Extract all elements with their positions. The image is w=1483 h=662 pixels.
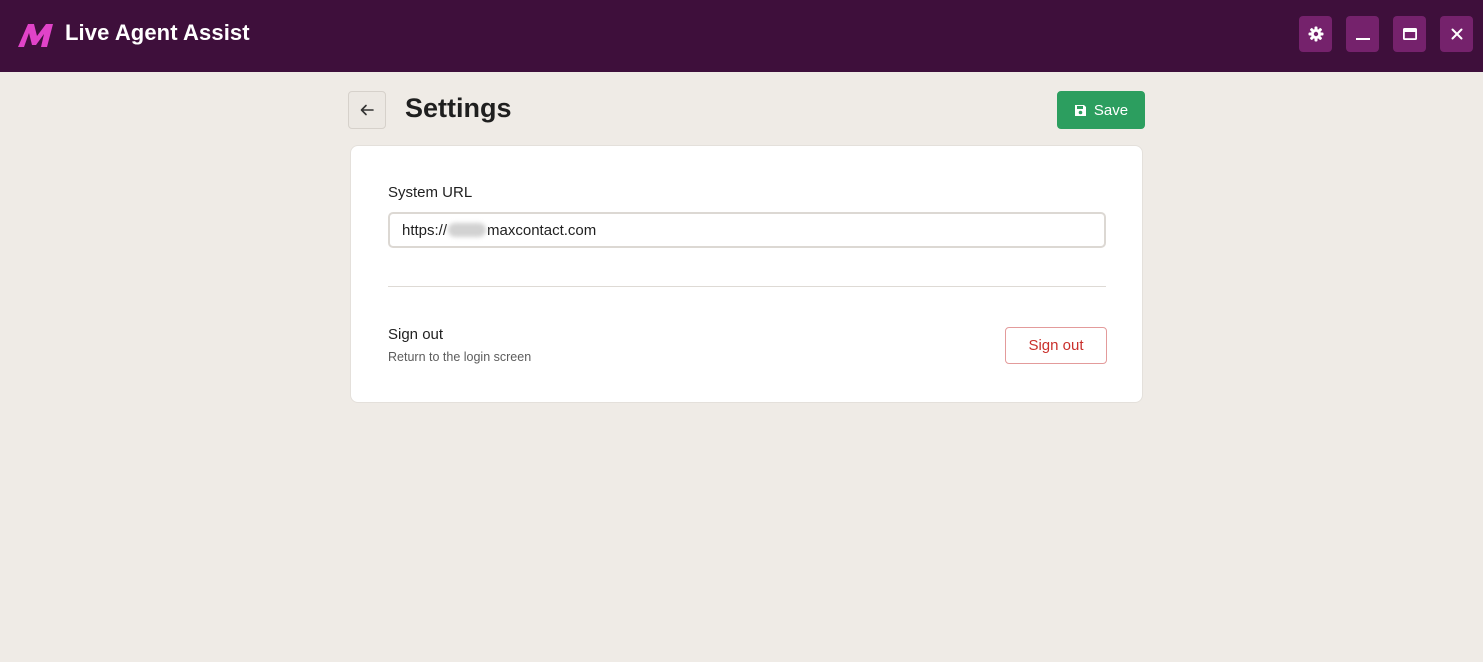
system-url-input[interactable]: https:// maxcontact.com — [388, 212, 1106, 248]
gear-icon — [1308, 26, 1323, 42]
settings-card: System URL https:// maxcontact.com Sign … — [350, 145, 1143, 403]
page-title: Settings — [405, 93, 512, 123]
system-url-prefix: https:// — [402, 221, 448, 239]
arrow-left-icon — [360, 104, 374, 116]
save-label: Save — [1093, 101, 1129, 119]
save-button[interactable]: Save — [1057, 91, 1145, 129]
sign-out-button[interactable]: Sign out — [1005, 327, 1107, 364]
maximize-icon — [1402, 28, 1417, 40]
app-title: Live Agent Assist — [65, 20, 250, 45]
floppy-disk-icon — [1074, 104, 1086, 116]
system-url-suffix: maxcontact.com — [487, 221, 597, 239]
settings-button[interactable] — [1299, 16, 1332, 52]
back-button[interactable] — [348, 91, 386, 129]
maxcontact-logo-icon — [18, 24, 53, 47]
sign-out-title: Sign out — [388, 326, 444, 343]
system-url-label: System URL — [388, 184, 473, 201]
redacted-subdomain — [448, 223, 487, 237]
maximize-button[interactable] — [1393, 16, 1426, 52]
close-button[interactable] — [1440, 16, 1473, 52]
title-bar: Live Agent Assist — [0, 0, 1483, 72]
minimize-icon — [1355, 38, 1370, 40]
close-icon — [1451, 28, 1462, 40]
section-divider — [388, 286, 1106, 287]
sign-out-description: Return to the login screen — [388, 350, 532, 364]
minimize-button[interactable] — [1346, 16, 1379, 52]
